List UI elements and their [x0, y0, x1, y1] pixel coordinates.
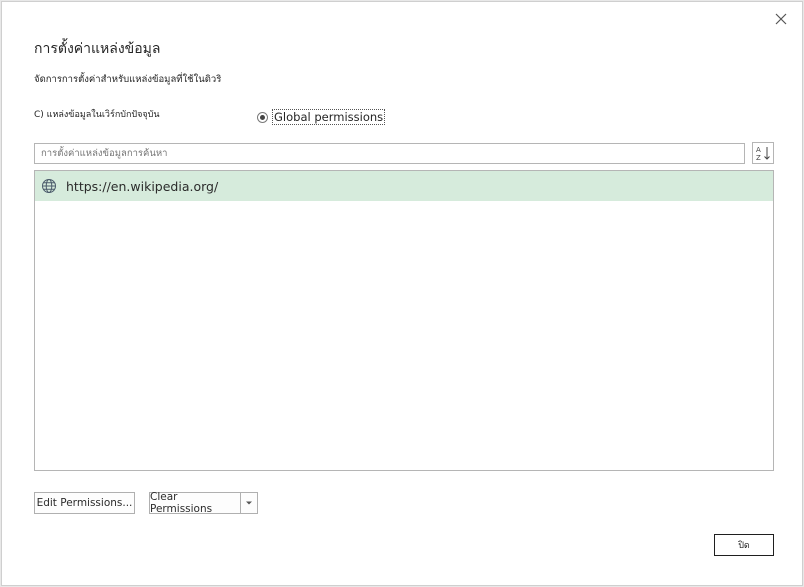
- list-item[interactable]: https://en.wikipedia.org/: [35, 171, 773, 201]
- clear-permissions-button[interactable]: Clear Permissions: [150, 491, 240, 515]
- radio-current-workbook-label: C) แหล่งข้อมูลในเวิร์กบักปัจจุบัน: [34, 110, 160, 120]
- data-source-settings-dialog: การตั้งค่าแหล่งข้อมูล จัดการการตั้งค่าสำ…: [1, 1, 803, 586]
- radio-current-workbook[interactable]: C) แหล่งข้อมูลในเวิร์กบักปัจจุบัน: [34, 107, 160, 121]
- edit-permissions-button[interactable]: Edit Permissions...: [34, 492, 135, 514]
- close-dialog-button[interactable]: ปิด: [714, 534, 774, 556]
- search-input[interactable]: [34, 143, 745, 164]
- svg-text:Z: Z: [756, 154, 761, 161]
- dialog-subtitle: จัดการการตั้งค่าสำหรับแหล่งข้อมูลที่ใช้ใ…: [34, 74, 222, 85]
- dialog-title: การตั้งค่าแหล่งข้อมูล: [34, 41, 161, 57]
- svg-text:A: A: [756, 146, 761, 154]
- radio-global-permissions[interactable]: Global permissions: [257, 109, 386, 125]
- radio-selected-indicator: [257, 111, 268, 123]
- radio-global-permissions-label: Global permissions: [272, 109, 386, 125]
- globe-icon: [41, 178, 57, 194]
- sort-button[interactable]: A Z: [752, 142, 774, 164]
- chevron-down-icon: [246, 501, 252, 505]
- clear-permissions-split-button: Clear Permissions: [149, 491, 258, 515]
- data-source-list[interactable]: https://en.wikipedia.org/: [34, 170, 774, 471]
- sort-az-icon: A Z: [756, 146, 770, 161]
- clear-permissions-dropdown[interactable]: [240, 493, 257, 513]
- close-icon: [775, 13, 787, 25]
- close-button[interactable]: [770, 8, 792, 30]
- list-item-url: https://en.wikipedia.org/: [66, 178, 219, 194]
